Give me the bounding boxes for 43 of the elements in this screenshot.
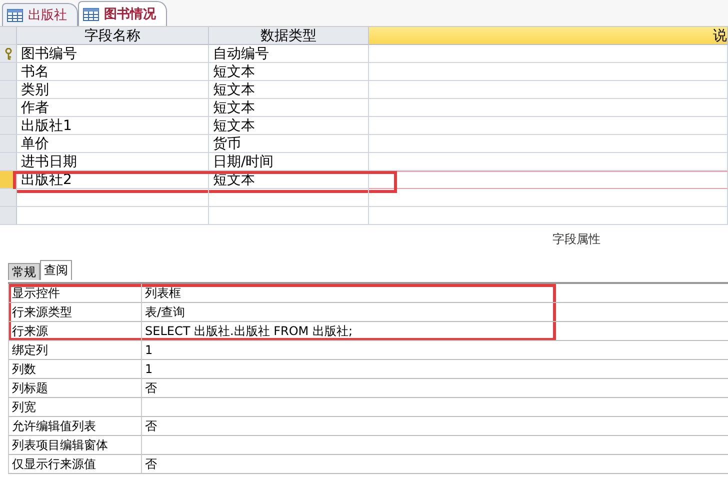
- property-tab[interactable]: 常规: [8, 263, 40, 280]
- property-value[interactable]: SELECT 出版社.出版社 FROM 出版社;: [142, 322, 728, 341]
- property-tab[interactable]: 查阅: [40, 260, 72, 280]
- tab-label: 出版社: [28, 7, 67, 24]
- table-cell: 货币: [209, 135, 369, 153]
- column-header[interactable]: 说: [369, 27, 728, 45]
- table-cell: 进书日期: [17, 153, 209, 171]
- table-cell: 单价: [17, 135, 209, 153]
- table-icon: [7, 8, 23, 22]
- property-value[interactable]: 否: [142, 455, 728, 474]
- table-cell: 短文本: [209, 63, 369, 81]
- table-cell: 日期/时间: [209, 153, 369, 171]
- table-cell: 类别: [17, 81, 209, 99]
- tab-label: 图书情况: [104, 6, 156, 23]
- property-label: 列数: [8, 360, 142, 379]
- property-label: 列标题: [8, 379, 142, 398]
- document-tab[interactable]: 出版社: [2, 3, 78, 26]
- table-cell: 自动编号: [209, 45, 369, 63]
- property-value[interactable]: 1: [142, 341, 728, 360]
- column-header[interactable]: 字段名称: [17, 27, 209, 45]
- table-icon: [83, 8, 99, 20]
- section-title: 字段属性: [552, 232, 600, 246]
- key-icon: [4, 48, 12, 60]
- property-label: 行来源: [8, 322, 142, 341]
- property-label: 列表项目编辑窗体: [8, 436, 142, 455]
- property-value[interactable]: 1: [142, 360, 728, 379]
- property-label: 绑定列: [8, 341, 142, 360]
- property-label: 仅显示行来源值: [8, 455, 142, 474]
- column-header[interactable]: 数据类型: [209, 27, 369, 45]
- property-label: 允许编辑值列表: [8, 417, 142, 436]
- table-cell: 短文本: [209, 117, 369, 135]
- table-cell: 出版社1: [17, 117, 209, 135]
- table-cell: 书名: [17, 63, 209, 81]
- property-value[interactable]: 否: [142, 379, 728, 398]
- table-cell: 短文本: [209, 81, 369, 99]
- property-label: 列宽: [8, 398, 142, 417]
- table-cell: 图书编号: [17, 45, 209, 63]
- table-cell: 短文本: [209, 99, 369, 117]
- table-cell: 作者: [17, 99, 209, 117]
- row-selector[interactable]: [0, 45, 17, 63]
- property-value[interactable]: 否: [142, 417, 728, 436]
- document-tab[interactable]: 图书情况: [78, 1, 167, 26]
- table-cell: 短文本: [209, 171, 369, 189]
